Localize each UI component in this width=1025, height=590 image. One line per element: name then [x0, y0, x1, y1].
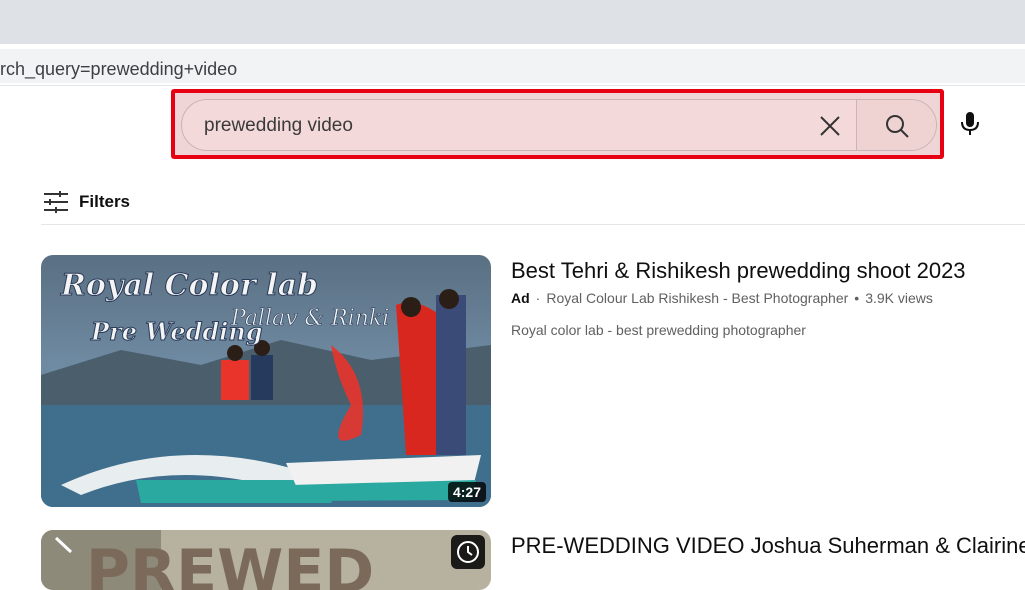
thumb-text: PREWED	[86, 537, 374, 590]
search-highlight-box: prewedding video	[171, 89, 944, 159]
url-text: rch_query=prewedding+video	[0, 59, 238, 79]
video-description: Royal color lab - best prewedding photog…	[511, 322, 806, 338]
separator-dot: •	[854, 290, 860, 306]
voice-search-button[interactable]	[950, 104, 990, 144]
video-thumbnail[interactable]: PREWED	[41, 530, 491, 590]
separator-dot: ·	[535, 290, 541, 306]
channel-name[interactable]: Royal Colour Lab Rishikesh - Best Photog…	[546, 290, 848, 306]
sliders-icon	[44, 191, 68, 213]
divider	[41, 224, 1025, 225]
search-input[interactable]: prewedding video	[181, 99, 937, 151]
browser-address-bar: rch_query=prewedding+video	[0, 46, 1025, 86]
video-thumbnail[interactable]: Royal Color lab Pre Wedding Pallav & Rin…	[41, 255, 491, 507]
thumbnail-image: PREWED	[41, 530, 491, 590]
clock-icon	[457, 541, 479, 563]
browser-tab-bar	[0, 0, 1025, 44]
mic-icon	[961, 112, 979, 135]
video-title[interactable]: PRE-WEDDING VIDEO Joshua Suherman & Clai…	[511, 533, 1025, 559]
video-title[interactable]: Best Tehri & Rishikesh prewedding shoot …	[511, 258, 966, 284]
filters-button[interactable]: Filters	[43, 188, 130, 216]
search-icon	[885, 115, 909, 138]
search-button[interactable]	[856, 100, 936, 150]
url-field[interactable]: rch_query=prewedding+video	[0, 49, 1025, 83]
view-count: 3.9K views	[865, 290, 933, 306]
thumb-text-1: Royal Color lab	[60, 268, 318, 303]
search-query-text: prewedding video	[204, 115, 353, 136]
video-duration: 4:27	[447, 482, 486, 502]
watch-later-button[interactable]	[451, 535, 485, 569]
thumb-text-3: Pallav & Rinki	[230, 306, 389, 331]
filters-label: Filters	[79, 192, 131, 211]
clear-search-button[interactable]	[812, 108, 848, 144]
video-meta: Ad · Royal Colour Lab Rishikesh - Best P…	[511, 290, 933, 306]
thumbnail-image: Royal Color lab Pre Wedding Pallav & Rin…	[41, 255, 491, 507]
ad-badge: Ad	[511, 290, 530, 306]
close-icon	[820, 116, 840, 136]
